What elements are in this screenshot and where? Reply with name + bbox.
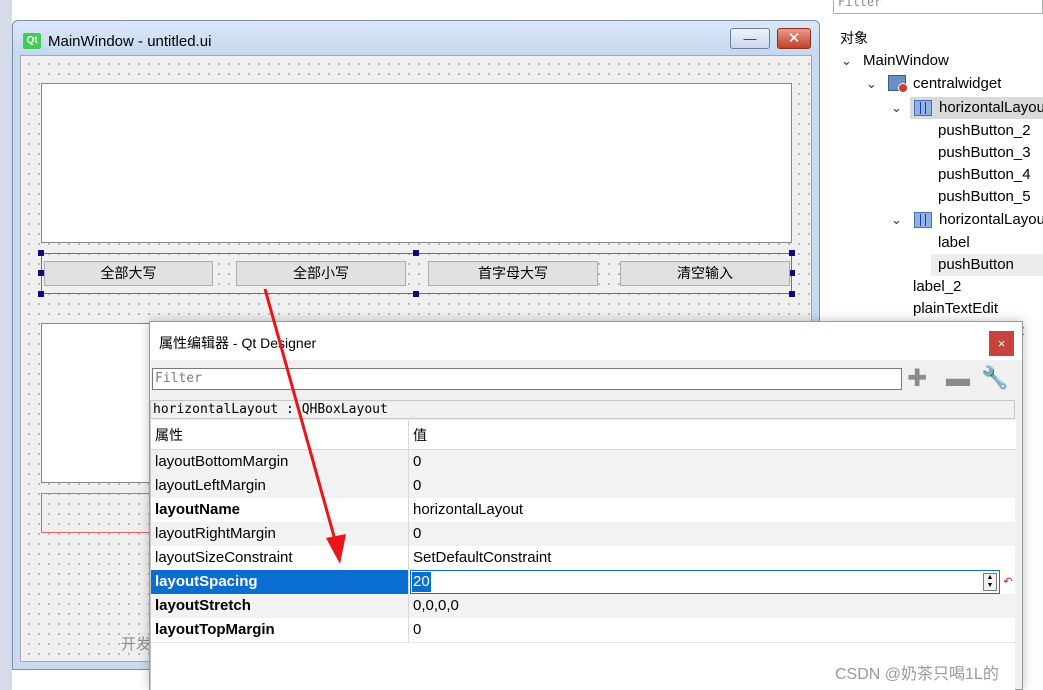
plus-icon[interactable]: ✚: [907, 367, 927, 391]
tree-item-pushbutton-4[interactable]: pushButton_4: [938, 164, 1031, 186]
tree-item-label[interactable]: label: [938, 232, 970, 254]
tree-item-centralwidget[interactable]: centralwidget: [913, 73, 1001, 95]
wrench-icon[interactable]: 🔧: [981, 366, 1008, 390]
horizontal-layout-icon: [914, 212, 932, 228]
property-value[interactable]: 0: [409, 450, 1016, 474]
property-name: layoutRightMargin: [151, 522, 409, 546]
property-name: layoutLeftMargin: [151, 474, 409, 498]
property-value[interactable]: SetDefaultConstraint: [409, 546, 1016, 570]
property-name: layoutName: [151, 498, 409, 522]
tree-item-horizontallayout-2[interactable]: horizontalLayout_2: [939, 209, 1043, 231]
tree-item-pushbutton-5[interactable]: pushButton_5: [938, 186, 1031, 208]
property-editor-close-button[interactable]: ×: [989, 331, 1014, 356]
property-name: layoutTopMargin: [151, 618, 409, 642]
chevron-down-icon[interactable]: ⌄: [841, 53, 852, 69]
tree-item-pushbutton-3[interactable]: pushButton_3: [938, 142, 1031, 164]
label-placeholder[interactable]: [41, 493, 161, 533]
table-row-selected[interactable]: layoutSpacing 20 ▲ ▼ ↶: [151, 570, 1016, 594]
property-editor-titlebar[interactable]: 属性编辑器 - Qt Designer ×: [150, 322, 1022, 360]
tree-item-pushbutton-2[interactable]: pushButton_2: [938, 120, 1031, 142]
selected-object-class: horizontalLayout : QHBoxLayout: [150, 400, 1015, 419]
tree-item-plaintextedit[interactable]: plainTextEdit: [913, 298, 998, 320]
property-editor-title: 属性编辑器 - Qt Designer: [159, 335, 317, 351]
uppercase-button[interactable]: 全部大写: [44, 261, 213, 286]
resize-handle[interactable]: [789, 291, 795, 297]
resize-handle[interactable]: [413, 250, 419, 256]
watermark-text: CSDN @奶茶只喝1L的: [835, 666, 999, 683]
desktop-background: [0, 0, 12, 690]
main-window-titlebar[interactable]: Qt MainWindow - untitled.ui — ✕: [13, 21, 819, 55]
minimize-button[interactable]: —: [730, 28, 770, 49]
spinbox-value[interactable]: 20: [412, 572, 431, 592]
output-text-box[interactable]: [41, 323, 161, 483]
table-row[interactable]: layoutLeftMargin 0: [151, 474, 1016, 498]
resize-handle[interactable]: [38, 250, 44, 256]
qt-logo-icon: Qt: [23, 33, 41, 49]
close-window-button[interactable]: ✕: [777, 28, 811, 49]
spacing-spinbox[interactable]: 20 ▲ ▼: [410, 570, 1000, 594]
capitalize-button[interactable]: 首字母大写: [428, 261, 598, 286]
property-name: layoutSizeConstraint: [151, 546, 409, 570]
tree-item-mainwindow[interactable]: MainWindow: [863, 50, 949, 72]
table-row[interactable]: layoutTopMargin 0: [151, 618, 1016, 642]
main-window-title: MainWindow - untitled.ui: [48, 33, 212, 50]
property-name: layoutBottomMargin: [151, 450, 409, 474]
object-filter-input[interactable]: Filter: [833, 0, 1043, 14]
table-row[interactable]: layoutStretch 0,0,0,0: [151, 594, 1016, 618]
property-value[interactable]: 0: [409, 522, 1016, 546]
resize-handle[interactable]: [789, 250, 795, 256]
property-value[interactable]: 0: [409, 474, 1016, 498]
property-filter-input[interactable]: Filter: [152, 368, 902, 390]
property-table: 属性 值 layoutBottomMargin 0 layoutLeftMarg…: [150, 420, 1016, 690]
chevron-down-icon[interactable]: ⌄: [891, 212, 902, 228]
object-column-header: 对象: [840, 30, 868, 46]
property-value[interactable]: 0,0,0,0: [409, 594, 1016, 618]
property-editor-dialog: 属性编辑器 - Qt Designer × Filter ✚ ▬ 🔧 horiz…: [149, 321, 1023, 690]
table-row[interactable]: layoutSizeConstraint SetDefaultConstrain…: [151, 546, 1016, 570]
table-row[interactable]: layoutName horizontalLayout: [151, 498, 1016, 522]
table-row[interactable]: layoutBottomMargin 0: [151, 450, 1016, 474]
tree-item-pushbutton[interactable]: pushButton: [938, 254, 1014, 276]
chevron-down-icon[interactable]: ⌄: [866, 76, 877, 92]
resize-handle[interactable]: [413, 291, 419, 297]
table-row[interactable]: layoutRightMargin 0: [151, 522, 1016, 546]
property-value[interactable]: 0: [409, 618, 1016, 642]
tree-item-horizontallayout[interactable]: horizontalLayout: [939, 97, 1043, 119]
plain-text-edit[interactable]: [41, 83, 792, 243]
property-name: layoutSpacing: [151, 570, 409, 594]
clear-input-button[interactable]: 清空输入: [620, 261, 790, 286]
horizontal-layout-icon: [914, 100, 932, 116]
property-name: layoutStretch: [151, 594, 409, 618]
property-column-header[interactable]: 属性: [151, 420, 409, 450]
reset-property-icon[interactable]: ↶: [1002, 573, 1014, 591]
central-widget-icon: [888, 75, 908, 93]
minus-icon[interactable]: ▬: [946, 367, 970, 391]
resize-handle[interactable]: [38, 291, 44, 297]
tree-item-label-2[interactable]: label_2: [913, 276, 961, 298]
value-column-header[interactable]: 值: [409, 420, 1016, 450]
lowercase-button[interactable]: 全部小写: [236, 261, 406, 286]
faded-label: 开发: [121, 636, 152, 653]
chevron-down-icon[interactable]: ⌄: [891, 100, 902, 116]
property-value[interactable]: horizontalLayout: [409, 498, 1016, 522]
spinbox-arrows-icon[interactable]: ▲ ▼: [983, 573, 997, 591]
object-inspector: Filter 对象 ⌄ MainWindow ⌄ centralwidget ⌄…: [833, 0, 1043, 339]
table-bottom-line: [151, 642, 1016, 643]
